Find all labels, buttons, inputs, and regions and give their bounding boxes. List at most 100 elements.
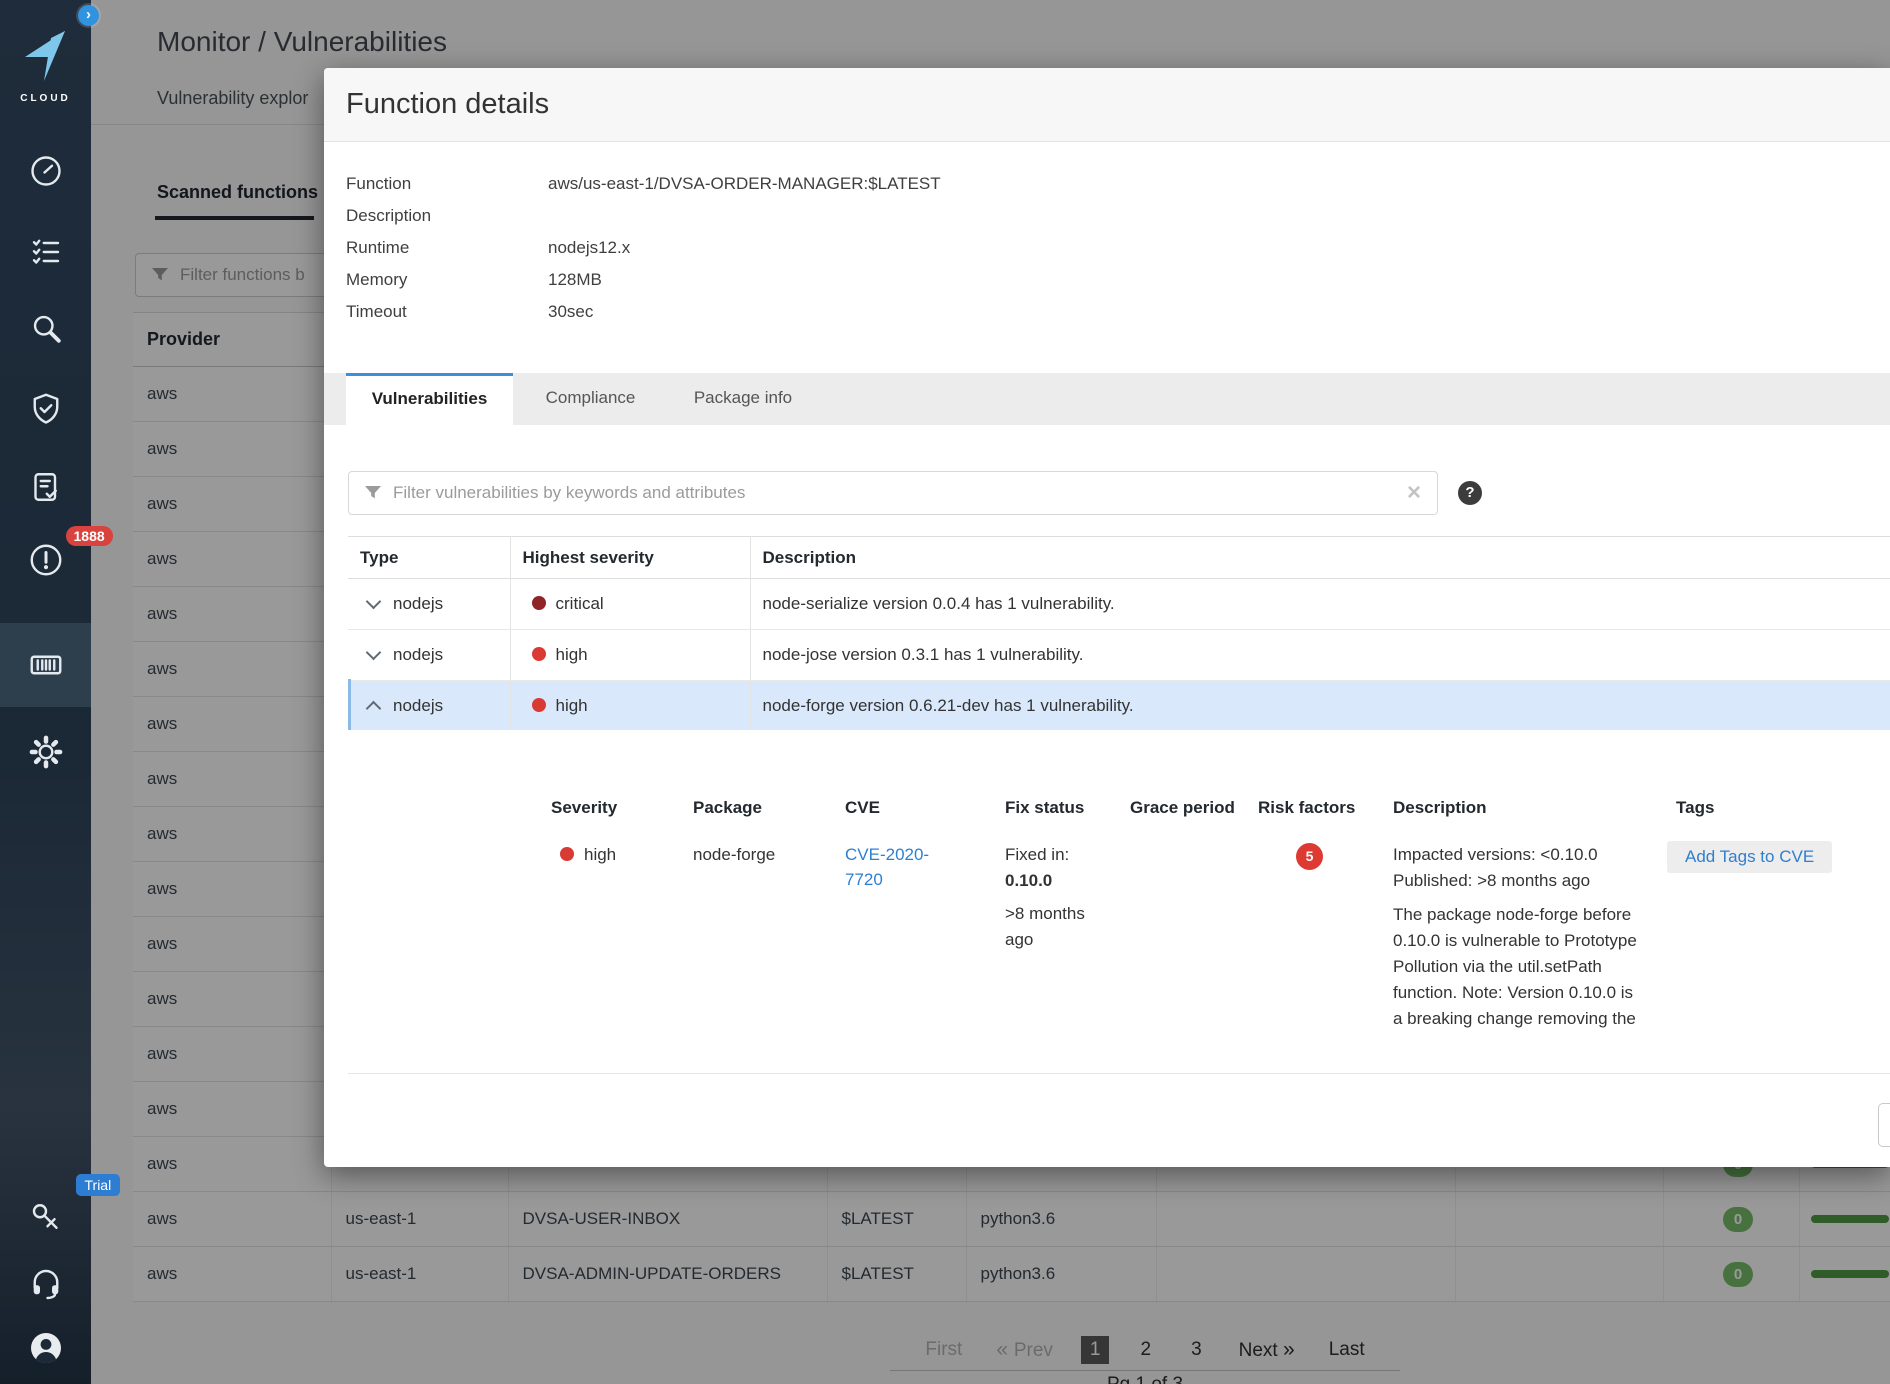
field-value: nodejs12.x [548, 238, 630, 257]
impacted-versions: Impacted versions: <0.10.0 [1393, 842, 1643, 868]
sidebar-expand-button[interactable]: › [78, 5, 99, 26]
fix-label: Fixed in: [1005, 842, 1105, 868]
sidebar-item-checklist[interactable] [0, 210, 91, 294]
detail-description: Impacted versions: <0.10.0 Published: >8… [1393, 842, 1643, 1032]
fix-age: >8 months ago [1005, 901, 1101, 953]
function-details-modal: Function details Functionaws/us-east-1/D… [324, 68, 1890, 1167]
add-tags-to-cve-button[interactable]: Add Tags to CVE [1667, 841, 1832, 873]
checklist-icon [28, 234, 64, 270]
vulnerability-row[interactable]: nodejscriticalnode-serialize version 0.0… [348, 579, 1890, 630]
field-value: 30sec [548, 302, 593, 321]
alerts-count-badge: 1888 [66, 526, 113, 546]
severity-dot [532, 596, 546, 610]
app-root: Monitor / Vulnerabilities Vulnerability … [0, 0, 1890, 1384]
key-icon [28, 1200, 64, 1236]
function-field: Memory128MB [346, 264, 941, 296]
type-cell: nodejs [348, 579, 510, 630]
logo-text: CLOUD [0, 93, 91, 104]
gauge-icon [28, 153, 64, 189]
function-fields: Functionaws/us-east-1/DVSA-ORDER-MANAGER… [346, 168, 941, 328]
detail-severity: high [551, 842, 616, 868]
tab-package-info[interactable]: Package info [668, 373, 818, 425]
trial-badge: Trial [76, 1174, 121, 1196]
detail-column-header: CVE [845, 798, 880, 818]
report-check-icon [28, 469, 64, 505]
column-header[interactable]: Description [750, 537, 1890, 579]
tab-vulnerabilities[interactable]: Vulnerabilities [346, 373, 513, 428]
vulnerability-detail-panel: Severity Package CVE Fix status Grace period… [348, 730, 1890, 1074]
field-value: aws/us-east-1/DVSA-ORDER-MANAGER:$LATEST [548, 174, 941, 193]
vulnerability-row[interactable]: nodejshighnode-forge version 0.6.21-dev … [348, 681, 1890, 732]
tab-compliance[interactable]: Compliance [513, 373, 668, 425]
detail-column-header: Tags [1676, 798, 1714, 818]
vulnerability-types-table: TypeHighest severityDescription nodejscr… [348, 536, 1890, 731]
field-label: Runtime [346, 232, 548, 264]
logo: CLOUD [0, 30, 91, 104]
sidebar-item-alerts[interactable]: 1888 [0, 520, 91, 604]
cve-link[interactable]: CVE-2020-7720 [845, 842, 960, 892]
sidebar-item-search[interactable] [0, 286, 91, 370]
function-field: Description [346, 200, 941, 232]
sidebar-item-account[interactable] [0, 1306, 91, 1384]
sidebar: CLOUD › [0, 0, 91, 1384]
published: Published: >8 months ago [1393, 868, 1643, 894]
fix-version: 0.10.0 [1005, 868, 1105, 894]
function-field: Runtimenodejs12.x [346, 232, 941, 264]
clear-filter-icon[interactable]: × [1407, 479, 1421, 507]
detail-package: node-forge [693, 842, 775, 868]
field-label: Function [346, 168, 548, 200]
detail-column-header: Fix status [1005, 798, 1084, 818]
detail-column-header: Description [1393, 798, 1487, 818]
field-value: 128MB [548, 270, 602, 289]
severity-cell: high [510, 681, 750, 732]
cloud-logo-icon [24, 30, 68, 82]
severity-dot [532, 647, 546, 661]
column-header[interactable]: Highest severity [510, 537, 750, 579]
modal-tab-bar: VulnerabilitiesCompliancePackage info [324, 373, 1890, 425]
user-icon [28, 1330, 64, 1366]
detail-column-header: Severity [551, 798, 617, 818]
container-icon [28, 647, 64, 683]
sidebar-item-dashboard[interactable] [0, 129, 91, 213]
field-label: Description [346, 200, 548, 232]
modal-header: Function details [324, 68, 1890, 142]
description-cell: node-serialize version 0.0.4 has 1 vulne… [750, 579, 1890, 630]
gear-icon [28, 734, 64, 770]
column-header[interactable]: Type [348, 537, 510, 579]
function-field: Functionaws/us-east-1/DVSA-ORDER-MANAGER… [346, 168, 941, 200]
vulnerabilities-filter-input[interactable]: Filter vulnerabilities by keywords and a… [348, 471, 1438, 515]
sidebar-item-containers[interactable] [0, 623, 91, 707]
detail-column-header: Package [693, 798, 762, 818]
type-cell: nodejs [348, 630, 510, 681]
sidebar-item-settings[interactable] [0, 710, 91, 794]
modal-title: Function details [346, 88, 549, 121]
function-field: Timeout30sec [346, 296, 941, 328]
vulnerability-row[interactable]: nodejshighnode-jose version 0.3.1 has 1 … [348, 630, 1890, 681]
type-cell: nodejs [348, 681, 510, 732]
modal-corner-button[interactable] [1878, 1103, 1890, 1147]
headset-icon [28, 1265, 64, 1301]
risk-factors-badge[interactable]: 5 [1296, 843, 1323, 870]
filter-funnel-icon [365, 486, 381, 500]
expand-chevron-icon[interactable] [366, 594, 382, 610]
severity-cell: critical [510, 579, 750, 630]
field-label: Memory [346, 264, 548, 296]
severity-dot [560, 847, 574, 861]
sidebar-item-security[interactable] [0, 367, 91, 451]
severity-cell: high [510, 630, 750, 681]
description-cell: node-jose version 0.3.1 has 1 vulnerabil… [750, 630, 1890, 681]
expand-chevron-icon[interactable] [366, 645, 382, 661]
shield-check-icon [28, 391, 64, 427]
field-label: Timeout [346, 296, 548, 328]
help-icon[interactable]: ? [1458, 481, 1482, 505]
vulnerabilities-filter-placeholder: Filter vulnerabilities by keywords and a… [393, 483, 1407, 503]
sidebar-item-reports[interactable] [0, 445, 91, 529]
detail-column-header: Risk factors [1258, 798, 1355, 818]
alert-icon [28, 542, 64, 578]
description-paragraph: The package node-forge before 0.10.0 is … [1393, 902, 1643, 1032]
severity-dot [532, 698, 546, 712]
collapse-chevron-icon[interactable] [366, 701, 382, 717]
search-icon [28, 310, 64, 346]
detail-column-header: Grace period [1130, 798, 1235, 818]
description-cell: node-forge version 0.6.21-dev has 1 vuln… [750, 681, 1890, 732]
